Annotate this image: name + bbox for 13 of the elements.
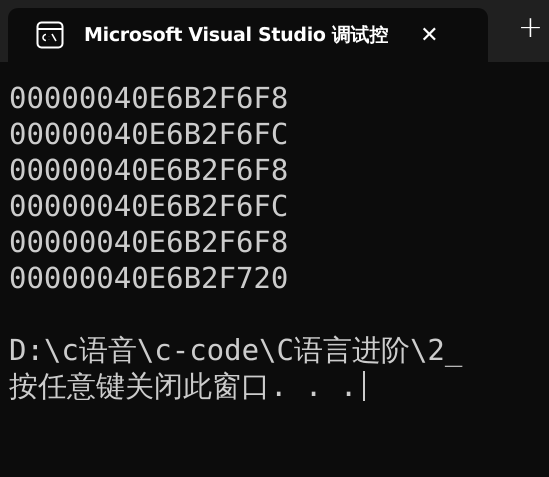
new-tab-button[interactable]: + xyxy=(512,10,549,52)
console-line: 00000040E6B2F6F8 xyxy=(9,152,288,188)
console-line: 00000040E6B2F6FC xyxy=(9,188,288,224)
console-line: 00000040E6B2F720 xyxy=(9,260,288,296)
tab-title: Microsoft Visual Studio 调试控 xyxy=(84,23,388,48)
console-line: 按任意键关闭此窗口. . . xyxy=(9,368,358,404)
console-line: 00000040E6B2F6F8 xyxy=(9,224,288,260)
console-line: 00000040E6B2F6FC xyxy=(9,116,288,152)
console-line: 00000040E6B2F6F8 xyxy=(9,80,288,116)
close-tab-button[interactable]: ✕ xyxy=(416,22,443,48)
terminal-tab[interactable]: Microsoft Visual Studio 调试控 ✕ xyxy=(8,8,488,62)
terminal-icon xyxy=(36,21,64,49)
console-line: D:\c语音\c-code\C语言进阶\2_ xyxy=(9,332,462,368)
